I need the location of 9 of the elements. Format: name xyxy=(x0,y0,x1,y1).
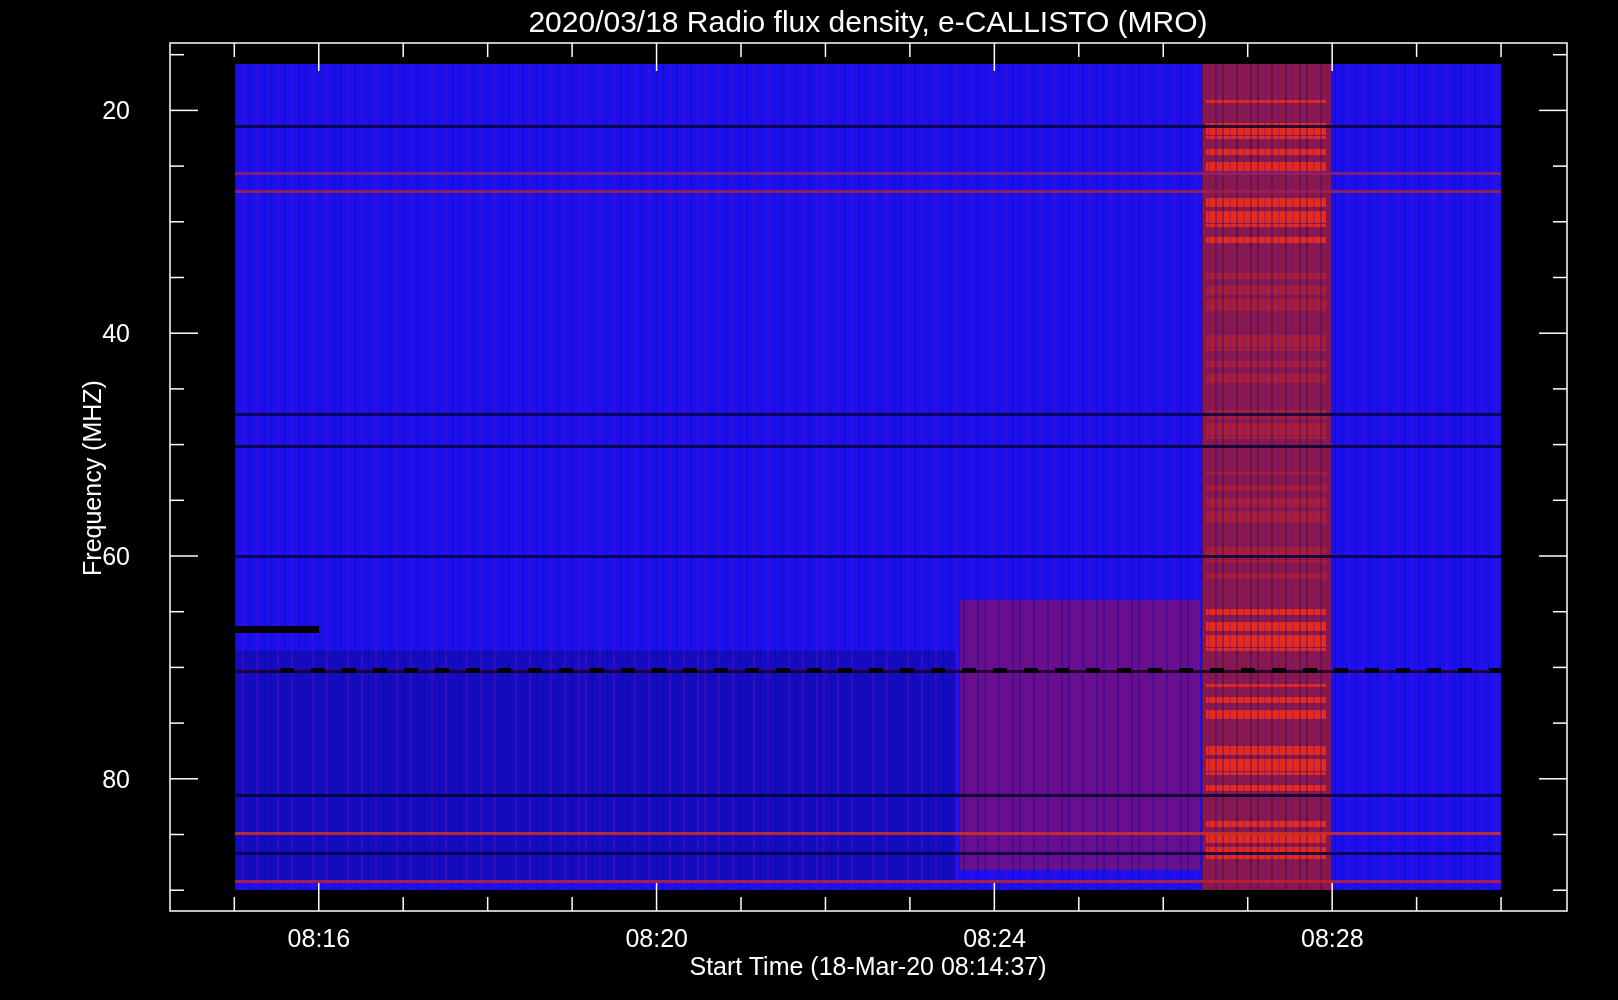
y-tick-label: 20 xyxy=(102,96,130,125)
x-tick-label: 08:16 xyxy=(287,924,351,952)
x-tick-label: 08:20 xyxy=(625,924,688,952)
x-axis-title: Start Time (18-Mar-20 08:14:37) xyxy=(689,952,1047,980)
x-tick-label: 08:24 xyxy=(963,924,1026,952)
chart-title: 2020/03/18 Radio flux density, e-CALLISTO (MRO) xyxy=(528,5,1208,38)
x-tick-label: 08:28 xyxy=(1301,924,1364,952)
y-tick-label: 80 xyxy=(102,764,130,793)
y-tick-label: 40 xyxy=(102,319,130,348)
